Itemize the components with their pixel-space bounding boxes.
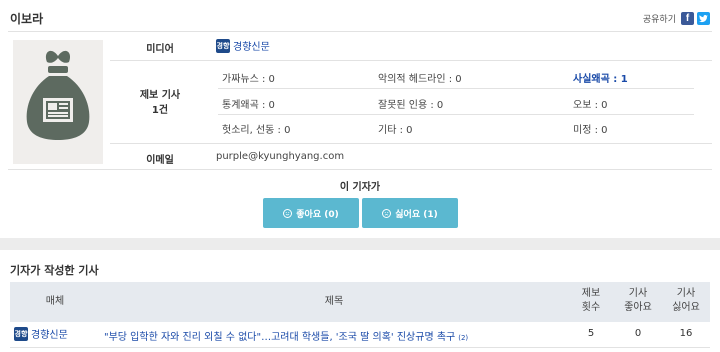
report-count-label: 제보 기사 1건 xyxy=(110,86,210,116)
divider xyxy=(110,143,712,144)
category-misquote: 잘못된 인용 : 0 xyxy=(378,100,444,111)
facebook-share-icon[interactable]: f xyxy=(681,12,694,25)
col-dislikes-line2: 싫어요 xyxy=(672,302,700,313)
category-undecided: 미정 : 0 xyxy=(573,125,608,136)
col-reports-line2: 횟수 xyxy=(581,302,601,313)
divider xyxy=(10,347,710,348)
row-dislikes: 16 xyxy=(679,328,693,339)
category-nonsense: 헛소리, 선동 : 0 xyxy=(222,125,291,136)
col-likes-line1: 기사 xyxy=(628,288,648,299)
col-media: 매체 xyxy=(45,296,65,307)
email-label: 이메일 xyxy=(146,155,174,166)
media-name: 경향신문 xyxy=(233,42,270,53)
articles-section-title: 기자가 작성한 기사 xyxy=(10,264,99,277)
category-fake-news: 가짜뉴스 : 0 xyxy=(222,74,275,85)
col-reports-line1: 제보 xyxy=(581,288,601,299)
like-button[interactable]: 좋아요 (0) xyxy=(263,198,359,228)
media-label: 미디어 xyxy=(146,44,174,55)
report-label-line2: 1건 xyxy=(151,105,169,116)
divider xyxy=(218,88,694,89)
like-label: 좋아요 (0) xyxy=(296,209,339,220)
frown-icon xyxy=(382,208,392,218)
share-label: 공유하기 xyxy=(642,15,676,25)
category-malicious-headline: 악의적 헤드라인 : 0 xyxy=(378,74,462,85)
dislike-button[interactable]: 싫어요 (1) xyxy=(362,198,458,228)
category-stats-distortion: 통계왜곡 : 0 xyxy=(222,100,275,111)
col-dislikes-line1: 기사 xyxy=(676,288,696,299)
divider xyxy=(8,31,712,32)
vote-title: 이 기자가 xyxy=(339,182,381,193)
col-likes: 기사 좋아요 xyxy=(614,287,662,315)
media-link[interactable]: 경향 경향신문 xyxy=(216,38,270,53)
col-dislikes: 기사 싫어요 xyxy=(662,287,710,315)
share-bar: 공유하기 f xyxy=(643,12,710,25)
media-logo-icon: 경향 xyxy=(216,38,230,53)
twitter-share-icon[interactable] xyxy=(697,12,710,25)
table-row-media[interactable]: 경향 경향신문 xyxy=(14,326,68,341)
row-media-name: 경향신문 xyxy=(31,330,68,341)
article-title-link[interactable]: "부당 입학한 자와 진리 외칠 수 없다"…고려대 학생들, '조국 딸 의혹… xyxy=(104,332,455,343)
moneybag-icon xyxy=(26,50,90,140)
divider xyxy=(8,169,712,170)
articles-card: 기자가 작성한 기사 매체 제목 제보 횟수 기사 좋아요 기사 싫어요 경향 … xyxy=(0,250,720,352)
row-likes: 0 xyxy=(634,328,642,339)
reporter-name: 이보라 xyxy=(10,12,44,26)
smile-icon xyxy=(283,208,293,218)
col-reports: 제보 횟수 xyxy=(568,287,614,315)
media-logo-icon: 경향 xyxy=(14,326,28,341)
dislike-label: 싫어요 (1) xyxy=(395,209,438,220)
reporter-avatar xyxy=(13,40,103,164)
category-misreport: 오보 : 0 xyxy=(573,100,608,111)
reporter-card: 이보라 공유하기 f 미디어 제보 기사 1건 이메일 경향 경향신문 가짜뉴스… xyxy=(0,0,720,238)
email-value: purple@kyunghyang.com xyxy=(216,151,345,162)
table-row-title[interactable]: "부당 입학한 자와 진리 외칠 수 없다"…고려대 학생들, '조국 딸 의혹… xyxy=(104,328,468,343)
divider xyxy=(110,60,712,61)
comment-count: (2) xyxy=(458,334,469,342)
category-fact-distortion[interactable]: 사실왜곡 : 1 xyxy=(573,70,628,85)
divider xyxy=(218,114,694,115)
col-likes-line2: 좋아요 xyxy=(624,302,652,313)
col-title: 제목 xyxy=(324,296,344,307)
category-other: 기타 : 0 xyxy=(378,125,413,136)
report-label-line1: 제보 기사 xyxy=(139,90,181,101)
row-reports: 5 xyxy=(587,328,595,339)
